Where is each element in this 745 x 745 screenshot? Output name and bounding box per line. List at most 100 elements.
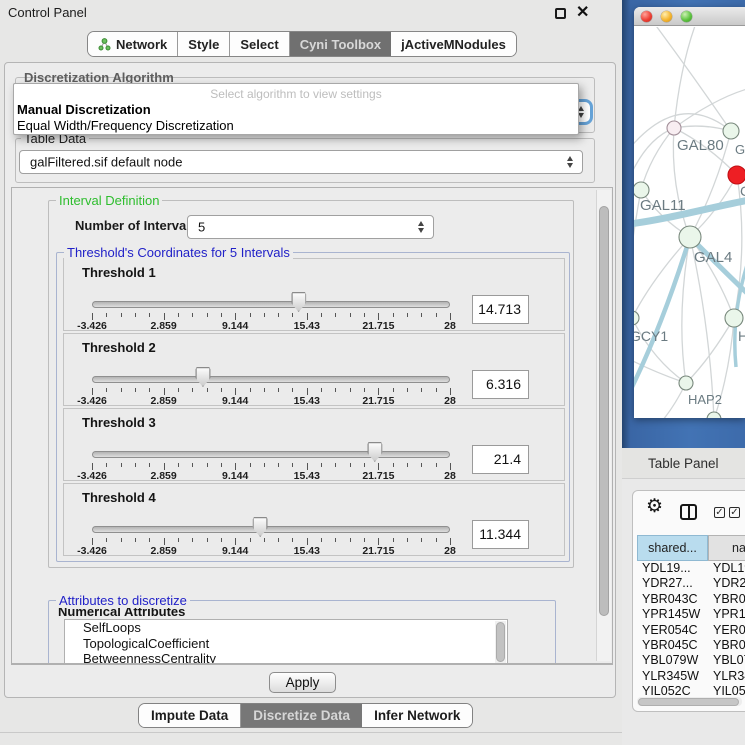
network-node-node[interactable] [707, 412, 721, 418]
threshold-value-field[interactable]: 6.316 [472, 370, 529, 399]
threshold-box: Threshold 3-3.4262.8599.14415.4321.71528… [63, 408, 565, 481]
tick-label: 9.144 [222, 320, 248, 332]
attribute-item[interactable]: SelfLoops [65, 620, 507, 636]
tick-mark [364, 538, 365, 542]
float-window-icon[interactable] [555, 8, 566, 19]
network-edge[interactable] [674, 89, 745, 128]
network-node-GAL4[interactable] [679, 226, 701, 248]
table-cell: YDL19 [708, 561, 745, 576]
table-row[interactable]: YBR045CYBR04 [637, 638, 745, 653]
horizontal-scrollbar-thumb[interactable] [638, 698, 739, 706]
tick-mark [135, 313, 136, 317]
number-of-intervals-combobox[interactable]: 5 [187, 215, 434, 239]
tab-label: jActiveMNodules [401, 37, 506, 52]
threshold-value-field[interactable]: 14.713 [472, 295, 529, 324]
tick-mark [250, 388, 251, 392]
minimize-traffic-light-icon[interactable] [661, 11, 672, 22]
list-scrollbar-thumb[interactable] [496, 622, 505, 662]
top-tab-bar: NetworkStyleSelect Cyni Toolbox jActiveMNo… [87, 31, 517, 57]
table-row[interactable]: YPR145WYPR14 [637, 607, 745, 622]
table-row[interactable]: YLR345WYLR34 [637, 669, 745, 684]
thresholds-group-label: Threshold's Coordinates for 5 Intervals [64, 245, 293, 260]
tab-cyni-toolbox[interactable]: Cyni Toolbox [290, 32, 391, 56]
network-canvas[interactable]: GAL80GACGAL11GAL4GCY1HHAP2 [634, 27, 745, 418]
network-node-GA[interactable] [723, 123, 739, 139]
slider-thumb[interactable] [195, 367, 210, 387]
slider-track[interactable] [92, 526, 450, 533]
network-node-GAL80[interactable] [667, 121, 681, 135]
column-header-1[interactable]: shared... [637, 535, 708, 561]
node-label-HAP2: HAP2 [688, 392, 722, 407]
checkbox-icon[interactable]: ✓ [729, 507, 740, 518]
network-thick-edge[interactable] [690, 237, 745, 295]
tick-label: 9.144 [222, 470, 248, 482]
tab-discretize-data[interactable]: Discretize Data [241, 704, 362, 727]
vertical-scrollbar-thumb[interactable] [599, 206, 609, 616]
tab-select[interactable]: Select [230, 32, 289, 56]
control-panel-titlebar: Control Panel ✕ [0, 0, 622, 26]
column-layout-icon[interactable] [680, 504, 697, 520]
tab-style[interactable]: Style [178, 32, 230, 56]
threshold-value-field[interactable]: 21.4 [472, 445, 529, 474]
attribute-item[interactable]: BetweennessCentrality [65, 651, 507, 664]
algorithm-option[interactable]: Manual Discretization [14, 101, 578, 117]
slider-track[interactable] [92, 301, 450, 308]
apply-button[interactable]: Apply [269, 672, 336, 693]
node-label-GCY1: GCY1 [634, 328, 668, 344]
node-label-GAL11: GAL11 [640, 197, 686, 214]
slider-track[interactable] [92, 451, 450, 458]
network-node-GCY1[interactable] [634, 311, 639, 325]
table-row[interactable]: YDL19...YDL19 [637, 561, 745, 576]
tab-label: Cyni Toolbox [300, 37, 381, 52]
tick-label: 15.43 [294, 545, 320, 557]
table-row[interactable]: YDR27...YDR27 [637, 576, 745, 591]
network-node-H[interactable] [725, 309, 743, 327]
tick-mark [207, 388, 208, 392]
network-node-GAL11[interactable] [634, 182, 649, 198]
threshold-box: Threshold 2-3.4262.8599.14415.4321.71528… [63, 333, 565, 406]
close-traffic-light-icon[interactable] [641, 11, 652, 22]
algorithm-option[interactable]: Equal Width/Frequency Discretization [14, 117, 578, 133]
network-node-HAP2[interactable] [679, 376, 693, 390]
column-header-2[interactable]: na [708, 535, 745, 561]
network-edge[interactable] [674, 126, 731, 131]
tab-infer-network[interactable]: Infer Network [362, 704, 472, 727]
tick-mark [393, 463, 394, 467]
network-edge[interactable] [674, 27, 696, 128]
tick-mark [106, 538, 107, 542]
node-label-GAL80: GAL80 [677, 137, 724, 154]
tab-jactivemnodules[interactable]: jActiveMNodules [391, 32, 516, 56]
tick-mark [421, 388, 422, 392]
table-data-combobox[interactable]: galFiltered.sif default node [19, 150, 583, 174]
panel-title: Control Panel [8, 5, 87, 20]
attribute-item[interactable]: TopologicalCoefficient [65, 636, 507, 652]
tick-mark [192, 388, 193, 392]
slider-track[interactable] [92, 376, 450, 383]
tick-mark [121, 313, 122, 317]
tick-mark [221, 388, 222, 392]
zoom-traffic-light-icon[interactable] [681, 11, 692, 22]
network-edge[interactable] [634, 237, 690, 318]
checkbox-icon[interactable]: ✓ [714, 507, 725, 518]
tick-mark [135, 538, 136, 542]
table-panel: ⚙ ✓ ✓ shared...naYDL19...YDL19YDR27...YD… [632, 490, 745, 712]
close-icon[interactable]: ✕ [576, 2, 589, 22]
network-node-C[interactable] [728, 166, 745, 184]
numerical-attributes-list: SelfLoopsTopologicalCoefficientBetweenne… [64, 619, 508, 664]
table-cell: YBR04 [708, 592, 745, 607]
table-row[interactable]: YBR043CYBR04 [637, 592, 745, 607]
table-row[interactable]: YER054CYER05 [637, 623, 745, 638]
table-row[interactable]: YBL079WYBL07 [637, 653, 745, 668]
tick-mark [106, 463, 107, 467]
threshold-value-field[interactable]: 11.344 [472, 520, 529, 549]
slider-thumb[interactable] [367, 442, 382, 462]
tab-impute-data[interactable]: Impute Data [139, 704, 241, 727]
tick-mark [292, 388, 293, 392]
network-window-titlebar[interactable] [634, 7, 745, 26]
tab-network[interactable]: Network [88, 32, 178, 56]
attributes-group-label: Attributes to discretize [56, 593, 190, 608]
gear-icon[interactable]: ⚙ [646, 495, 663, 518]
tick-mark [250, 313, 251, 317]
slider-thumb[interactable] [253, 517, 268, 537]
slider-thumb[interactable] [291, 292, 306, 312]
